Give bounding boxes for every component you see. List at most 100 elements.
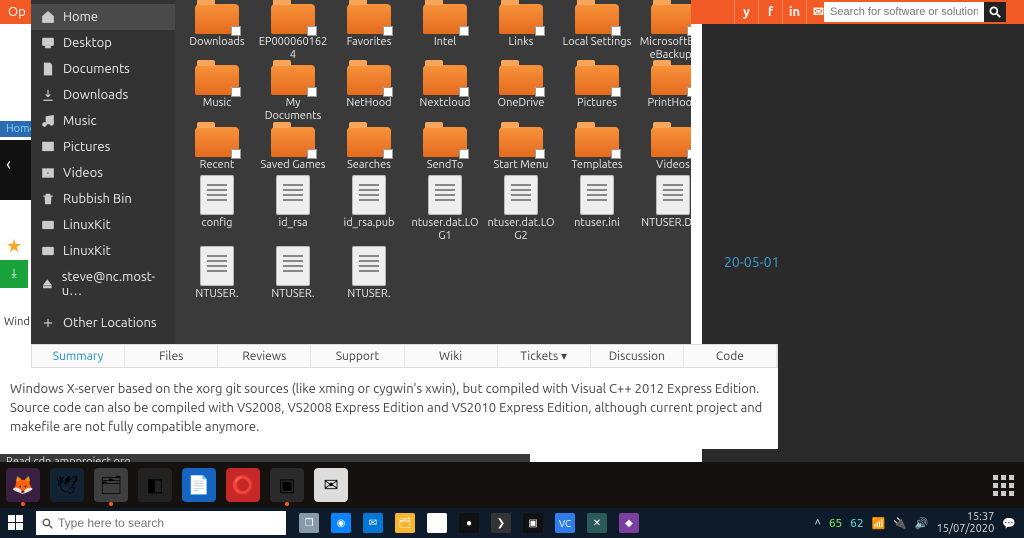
file-item[interactable]: id_rsa.pub [333,175,405,244]
tab-summary[interactable]: Summary [32,345,125,367]
file-item[interactable]: id_rsa [257,175,329,244]
document-icon [656,175,690,215]
tab-files[interactable]: Files [125,345,218,367]
taskbar-affinity-icon[interactable]: ◆ [614,508,644,538]
facebook-icon[interactable]: f [758,0,782,24]
star-icon[interactable]: ★ [0,232,28,261]
sidebar-item-pictures[interactable]: Pictures [31,134,175,160]
folder-item[interactable]: OneDrive [485,65,557,124]
taskbar-mail-icon[interactable]: ✉ [358,508,388,538]
download-chip[interactable]: ⤓ [0,260,28,288]
dock-files-icon[interactable]: 🗂 [94,468,128,502]
folder-item[interactable]: My Documents [257,65,329,124]
taskbar-vc-icon[interactable]: VC [550,508,580,538]
document-icon [276,175,310,215]
sidebar-item-home[interactable]: Home [31,4,175,30]
sidebar-item-linuxkit[interactable]: LinuxKit [31,238,175,264]
tab-reviews[interactable]: Reviews [218,345,311,367]
item-label: EP0000601624 [257,36,329,61]
item-label: Music [203,97,231,110]
show-applications-icon[interactable] [988,470,1018,500]
folder-item[interactable]: MicrosoftEdgeBackups [637,4,691,63]
folder-item[interactable]: Nextcloud [409,65,481,124]
dock-rect-icon[interactable]: ◧ [138,468,172,502]
file-item[interactable]: NTUSER.DAT [637,175,691,244]
volume-icon[interactable]: 🔊 [915,517,929,530]
file-item[interactable]: ntuser.dat.LOG1 [409,175,481,244]
release-date: 20-05-01 [724,254,779,270]
file-item[interactable]: ntuser.ini [561,175,633,244]
sidebar-item-other-locations[interactable]: Other Locations [31,310,175,336]
file-item[interactable]: NTUSER. [333,246,405,303]
folder-item[interactable]: Intel [409,4,481,63]
dock-writer-icon[interactable]: 📄 [182,468,216,502]
folder-item[interactable]: Searches [333,127,405,174]
tab-tickets[interactable]: Tickets ▾ [498,345,591,367]
search-button[interactable] [984,2,1006,22]
sidebar-item-desktop[interactable]: Desktop [31,30,175,56]
dock-terminal-icon[interactable]: ▣ [270,468,304,502]
file-item[interactable]: NTUSER. [257,246,329,303]
start-button[interactable] [0,508,32,538]
taskbar-edge-icon[interactable]: ◉ [326,508,356,538]
taskbar-terminal-icon[interactable]: ❯ [486,508,516,538]
sidebar-item-videos[interactable]: Videos [31,160,175,186]
item-label: config [202,217,233,230]
sidebar-item-documents[interactable]: Documents [31,56,175,82]
folder-item[interactable]: NetHood [333,65,405,124]
power-icon[interactable]: 🔌 [893,517,907,530]
taskbar-store-icon[interactable]: 🛍 [422,508,452,538]
chevron-left-icon[interactable]: ‹ [0,140,31,188]
folder-item[interactable]: SendTo [409,127,481,174]
search-input[interactable] [824,2,984,22]
sidebar-item-linuxkit[interactable]: LinuxKit [31,212,175,238]
notifications-icon[interactable]: 💬 [1002,517,1016,530]
tab-discussion[interactable]: Discussion [591,345,684,367]
sidebar-item-steve-nc-most-u-[interactable]: steve@nc.most-u… [31,264,175,304]
taskbar-explorer-icon[interactable]: 🗂 [390,508,420,538]
dock-thunderbird-icon[interactable]: 🕊 [50,468,84,502]
taskbar-search-input[interactable] [58,512,286,534]
tab-support[interactable]: Support [311,345,404,367]
folder-item[interactable]: Templates [561,127,633,174]
wifi-icon[interactable]: 📶 [871,517,885,530]
folder-item[interactable]: Downloads [181,4,253,63]
sidebar-item-rubbish-bin[interactable]: Rubbish Bin [31,186,175,212]
folder-icon [195,65,239,95]
folder-icon [347,4,391,34]
dock-help-icon[interactable]: ⭕ [226,468,260,502]
tray-chevron-icon[interactable]: ˄ [815,517,821,529]
sidebar-item-music[interactable]: Music [31,108,175,134]
folder-item[interactable]: Start Menu [485,127,557,174]
taskbar-xming-icon[interactable]: ✕ [582,508,612,538]
clock[interactable]: 15:37 15/07/2020 [937,511,995,535]
file-item[interactable]: NTUSER. [181,246,253,303]
linkedin-icon[interactable]: in [782,0,806,24]
folder-item[interactable]: Videos [637,127,691,174]
file-item[interactable]: config [181,175,253,244]
taskbar-search[interactable] [36,511,286,535]
folder-item[interactable]: PrintHood [637,65,691,124]
dock-firefox-icon[interactable]: 🦊 [6,468,40,502]
twitter-icon[interactable]: y [734,0,758,24]
folder-item[interactable]: EP0000601624 [257,4,329,63]
item-label: MicrosoftEdgeBackups [637,36,691,61]
taskbar-taskview-icon[interactable]: ❐ [294,508,324,538]
sidebar-item-downloads[interactable]: Downloads [31,82,175,108]
folder-item[interactable]: Saved Games [257,127,329,174]
folder-item[interactable]: Pictures [561,65,633,124]
dock-mail-icon[interactable]: ✉ [314,468,348,502]
taskbar-cmd-icon[interactable]: ▣ [518,508,548,538]
file-item[interactable]: ntuser.dat.LOG2 [485,175,557,244]
folder-item[interactable]: Recent [181,127,253,174]
folder-item[interactable]: Local Settings [561,4,633,63]
tab-wiki[interactable]: Wiki [405,345,498,367]
taskbar-blackapp-icon[interactable]: ● [454,508,484,538]
tab-code[interactable]: Code [684,345,777,367]
folder-item[interactable]: Favorites [333,4,405,63]
folder-icon [271,127,315,157]
folder-item[interactable]: Music [181,65,253,124]
item-label: Favorites [347,36,392,49]
folder-item[interactable]: Links [485,4,557,63]
sidebar-item-label: Rubbish Bin [63,192,132,206]
